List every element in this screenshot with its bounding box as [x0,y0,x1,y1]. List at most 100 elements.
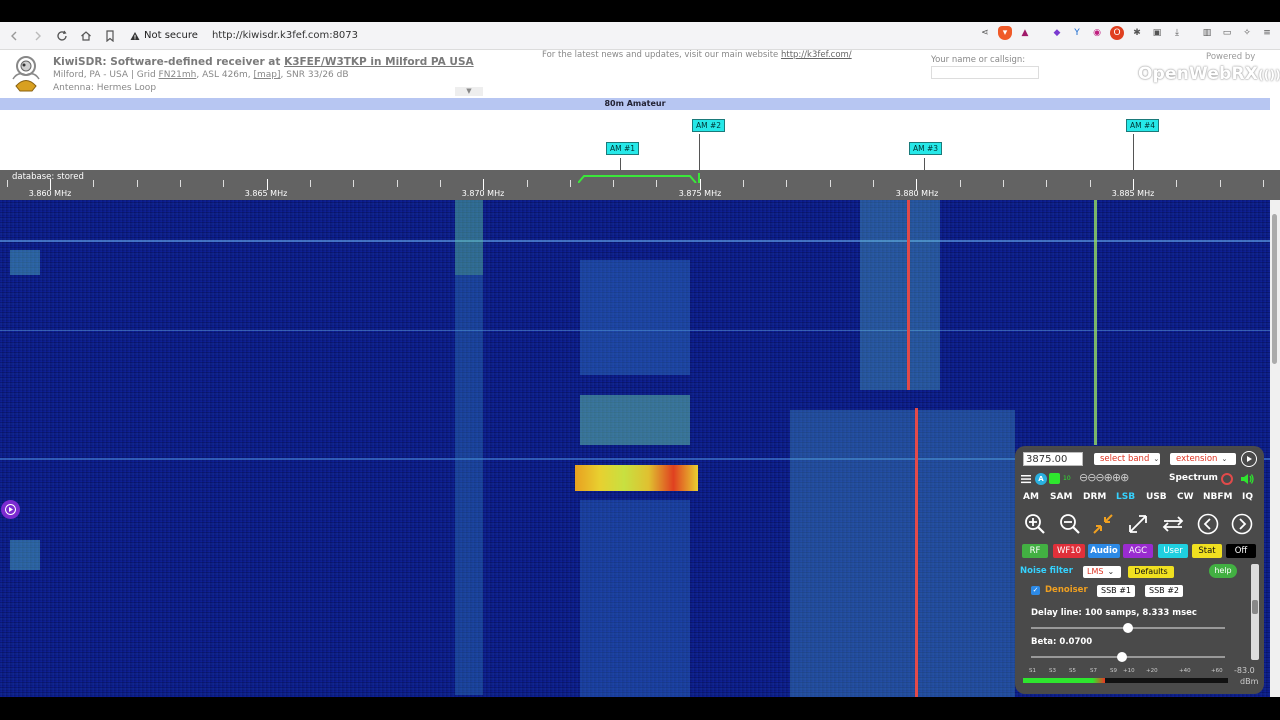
scale-tick [829,180,831,187]
help-button[interactable]: help [1209,564,1237,578]
reload-button[interactable] [52,26,72,46]
back-button[interactable] [4,26,24,46]
beta-slider-knob[interactable] [1117,652,1127,662]
scale-tick [873,180,875,187]
tab-stat[interactable]: Stat [1192,544,1222,558]
spectrum-button[interactable]: Spectrum [1169,473,1218,483]
leo-ai-icon[interactable]: ✧ [1240,26,1254,40]
hamburger-menu-icon[interactable] [1020,473,1032,485]
left-panel-play-button[interactable] [1,500,20,519]
mode-nbfm[interactable]: NBFM [1203,492,1233,502]
zoom-out-icon[interactable] [1059,513,1081,535]
menu-icon[interactable]: ≡ [1260,26,1274,40]
extension-purple-icon[interactable]: ◆ [1050,26,1064,40]
smeter-scale-plus60: +60 [1211,668,1223,674]
frequency-input[interactable]: 3875.00 [1023,452,1083,466]
map-link[interactable]: [map] [254,70,281,80]
page-left-icon[interactable] [1197,513,1219,535]
url-text[interactable]: http://kiwisdr.k3fef.com:8073 [212,30,358,41]
extension-red-icon[interactable]: O [1110,26,1124,40]
reload-icon [57,30,67,41]
record-icon[interactable] [1221,473,1233,485]
smeter-fill [1023,678,1105,683]
bookmark-am-4[interactable]: AM #4 [1126,119,1160,132]
top-black-bar [0,0,1280,22]
denoiser-checkbox[interactable]: ✓ [1031,586,1040,595]
tab-agc[interactable]: AGC [1123,544,1153,558]
security-indicator[interactable]: Not secure [130,30,198,41]
tab-off[interactable]: Off [1226,544,1256,558]
scale-tick [353,180,355,187]
tab-user[interactable]: User [1158,544,1188,558]
page-right-icon[interactable] [1231,513,1253,535]
select-band-dropdown[interactable]: select band ⌄ [1094,453,1160,465]
scale-tick [1262,180,1264,187]
website-link[interactable]: http://k3fef.com/ [781,50,852,60]
band-strip[interactable]: 80m Amateur [0,98,1270,110]
panel-scroll-thumb[interactable] [1252,600,1258,614]
ssb1-preset-button[interactable]: SSB #1 [1097,585,1135,597]
brave-shield-icon[interactable]: ▾ [998,26,1012,40]
panel-scrollbar[interactable] [1251,564,1259,660]
forward-button[interactable] [28,26,48,46]
extension-puzzle-icon[interactable]: ✱ [1130,26,1144,40]
tab-audio[interactable]: Audio [1088,544,1120,558]
mode-am[interactable]: AM [1023,492,1039,502]
powered-by-label: Powered by [1206,52,1256,62]
delay-line-slider-knob[interactable] [1123,623,1133,633]
noise-filter-dropdown[interactable]: LMS ⌄ [1083,566,1121,578]
zoom-to-passband-icon[interactable] [1092,513,1114,535]
ssb2-preset-button[interactable]: SSB #2 [1145,585,1183,597]
forward-arrow-icon [35,31,41,40]
speaker-icon[interactable] [1240,472,1255,486]
url-bar[interactable]: Not secure http://kiwisdr.k3fef.com:8073 [130,30,358,41]
mode-cw[interactable]: CW [1177,492,1194,502]
zoom-full-icon[interactable] [1127,513,1149,535]
swap-arrows-icon[interactable] [1162,513,1184,535]
mode-iq[interactable]: IQ [1242,492,1253,502]
extension-blue-icon[interactable]: Y [1070,26,1084,40]
scroll-thumb[interactable] [1272,214,1277,364]
downloads-icon[interactable]: ⤓ [1170,26,1184,40]
beta-slider-track[interactable] [1031,656,1225,658]
mode-drm[interactable]: DRM [1083,492,1106,502]
mode-lsb[interactable]: LSB [1116,492,1135,502]
extension-dropdown[interactable]: extension ⌄ [1170,453,1236,465]
extension-window-icon[interactable]: ▣ [1150,26,1164,40]
frequency-scale[interactable]: database: stored 3.860 MHz 3.865 MHz 3.8… [0,170,1280,200]
callsign-input[interactable] [931,66,1039,79]
zoom-in-icon[interactable] [1024,513,1046,535]
location-prefix: Milford, PA - USA | Grid [53,70,159,80]
extension-pink-icon[interactable]: ◉ [1090,26,1104,40]
mode-sam[interactable]: SAM [1050,492,1072,502]
auto-icon[interactable]: A [1035,473,1047,485]
share-icon[interactable]: ⋖ [978,26,992,40]
sidebar-icon[interactable]: ▥ [1200,26,1214,40]
tab-wf10[interactable]: WF10 [1053,544,1085,558]
smeter-scale-s5: S5 [1069,668,1076,674]
mode-usb[interactable]: USB [1146,492,1167,502]
openwebrx-wordmark-text: OpenWebRX [1138,64,1259,84]
wf-signal [455,200,483,275]
zoom-step-icons[interactable]: ⊖⊖⊖⊕⊕⊕ [1079,471,1129,484]
bookmark-am-2[interactable]: AM #2 [692,119,726,132]
wf-signal [860,200,940,390]
wf-signal [575,465,698,491]
bookmark-am-3[interactable]: AM #3 [909,142,943,155]
defaults-button[interactable]: Defaults [1128,566,1174,578]
checklist-icon[interactable] [1049,473,1060,484]
openwebrx-wordmark[interactable]: OpenWebRX(()) [1138,64,1280,84]
bookmark-button[interactable] [100,26,120,46]
home-button[interactable] [76,26,96,46]
bookmark-am-1[interactable]: AM #1 [606,142,640,155]
audio-play-button[interactable] [1241,451,1257,467]
passband-indicator[interactable] [578,173,700,183]
grid-link[interactable]: FN21mh [159,70,197,80]
receiver-name-link[interactable]: K3FEF/W3TKP in Milford PA USA [284,56,474,68]
brave-rewards-icon[interactable]: ▲ [1018,26,1032,40]
waterfall-scrollbar[interactable] [1270,200,1280,697]
collapse-header-button[interactable]: ▼ [455,87,483,96]
tab-rf[interactable]: RF [1022,544,1048,558]
home-icon [81,30,91,41]
wallet-icon[interactable]: ▭ [1220,26,1234,40]
